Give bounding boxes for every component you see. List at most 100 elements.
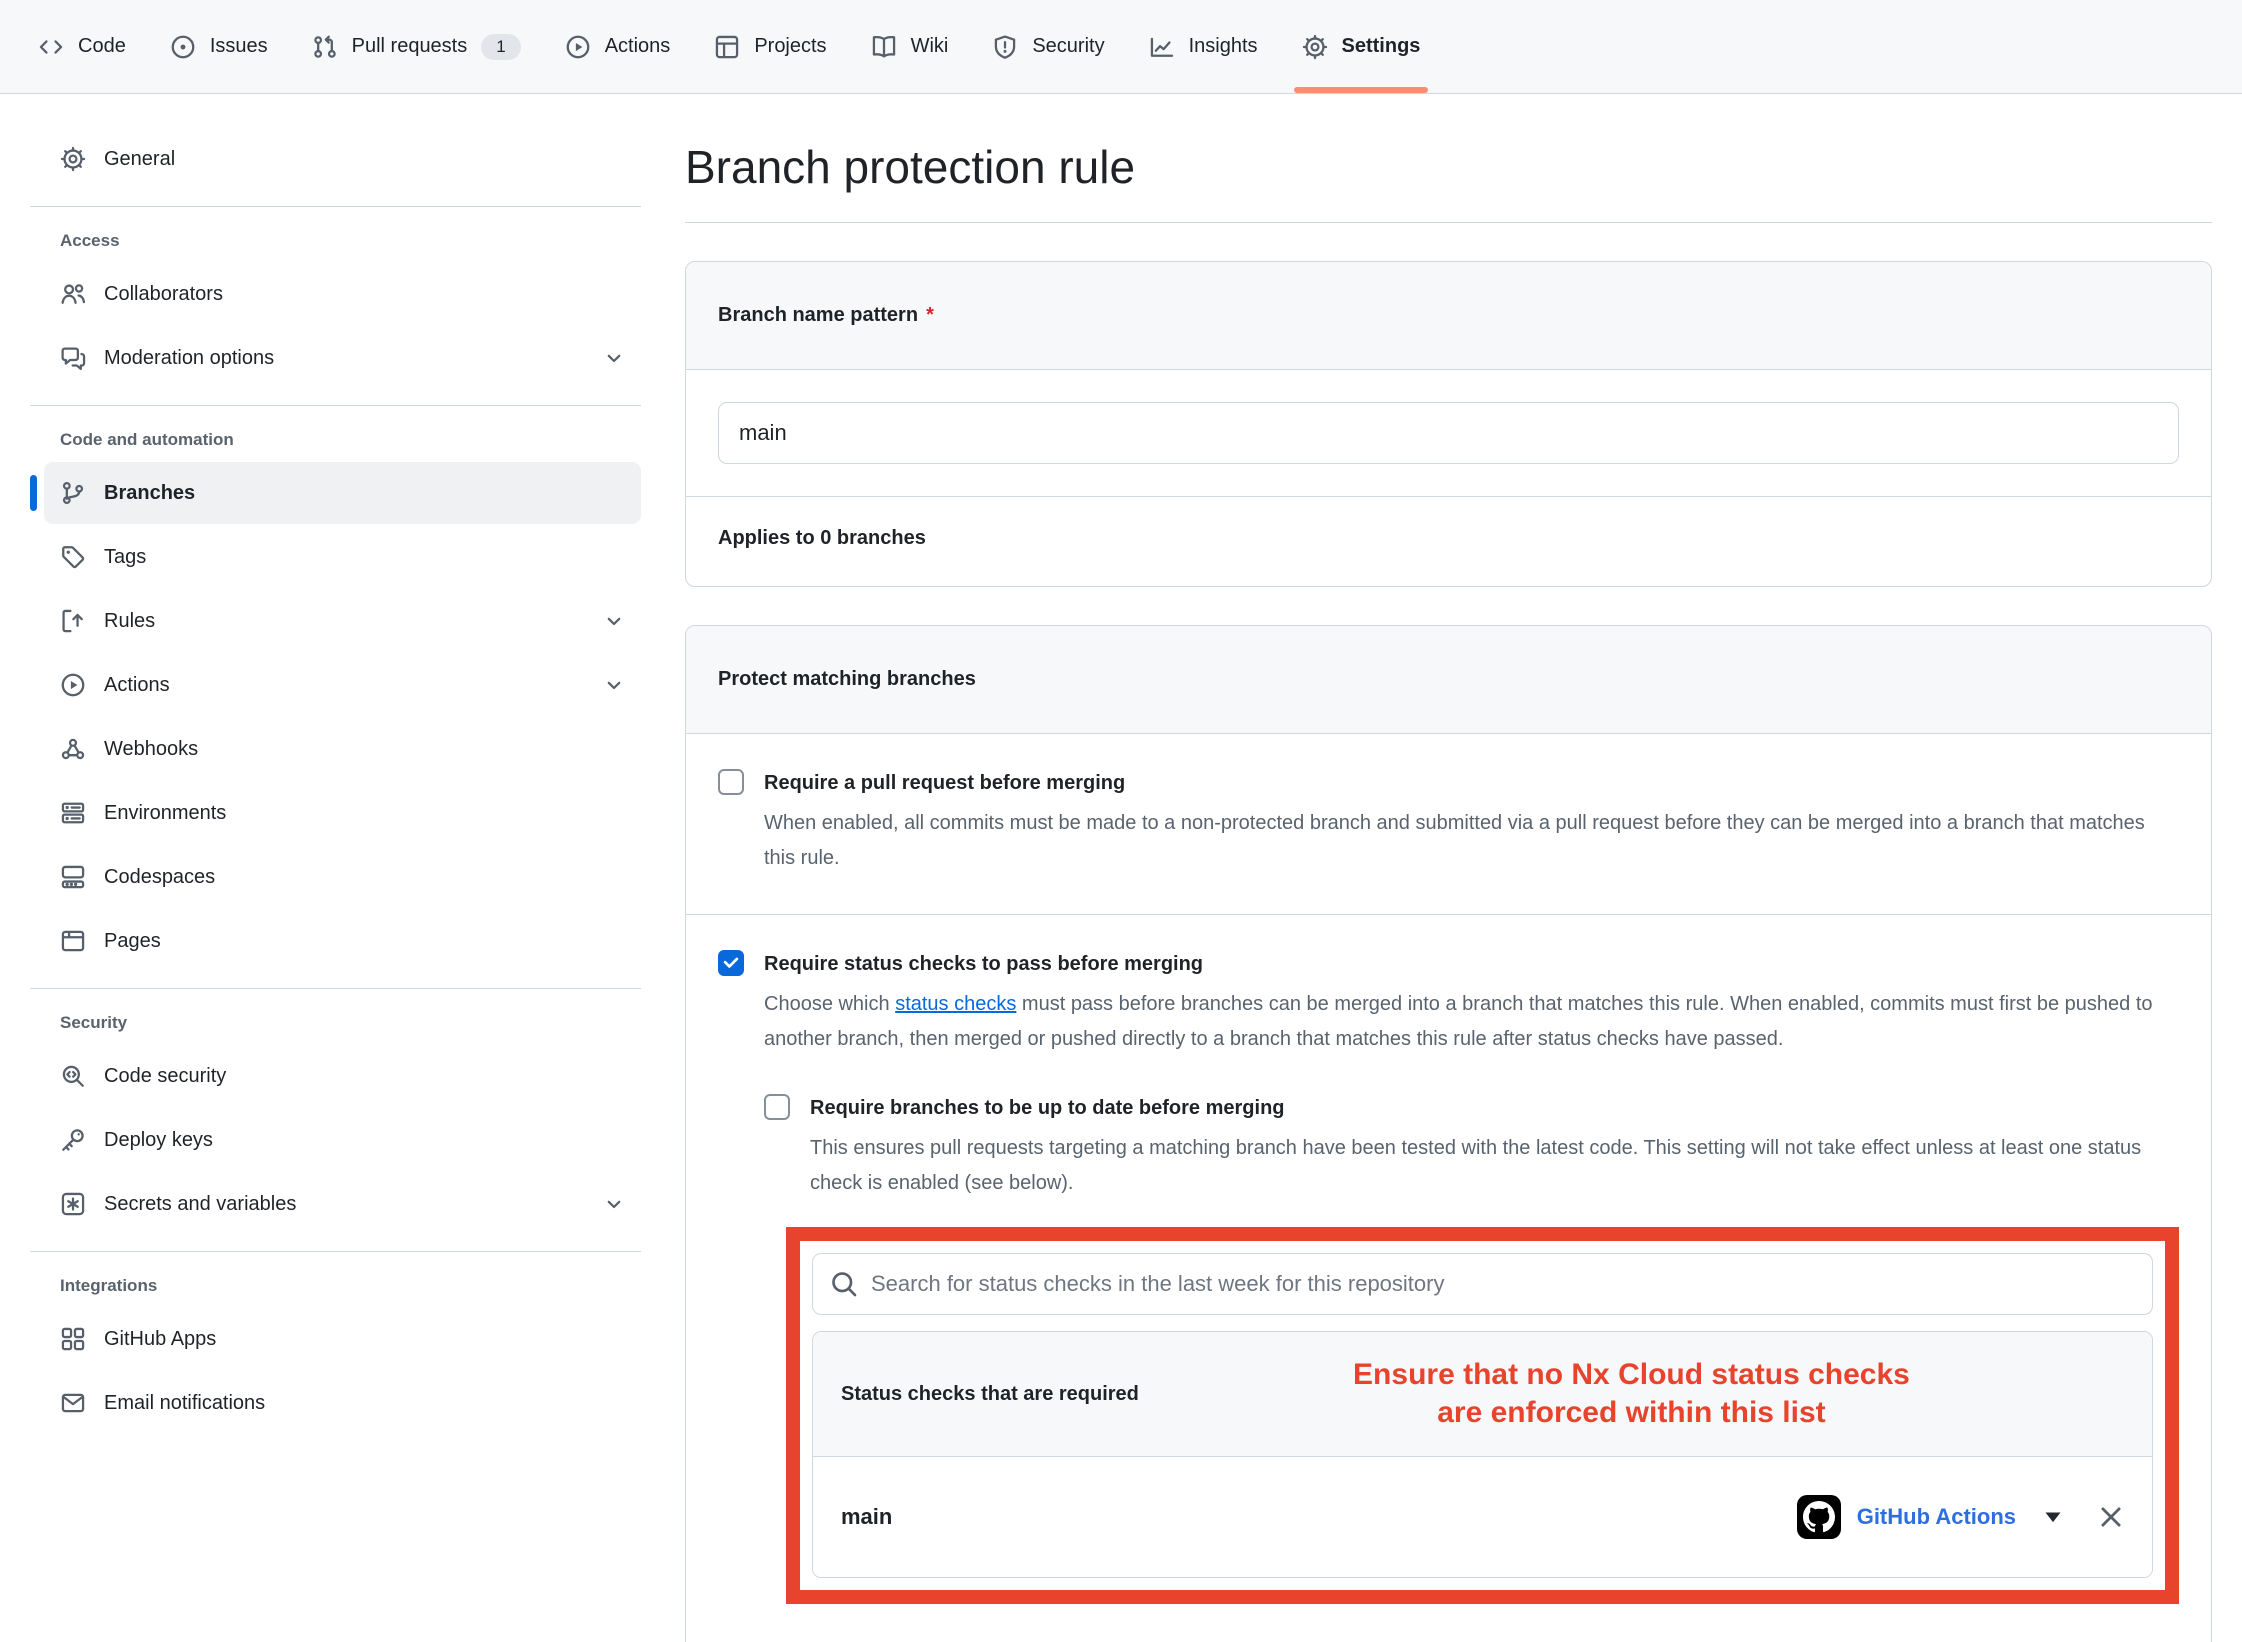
- tab-projects[interactable]: Projects: [692, 0, 848, 93]
- sidebar-item-label: Webhooks: [104, 738, 198, 761]
- pull-requests-count-badge: 1: [481, 34, 520, 60]
- title-divider: [685, 222, 2212, 223]
- sidebar-item-label: Collaborators: [104, 283, 223, 306]
- settings-sidebar: General Access Collaborators Moderation …: [0, 94, 655, 1642]
- sidebar-item-label: Branches: [104, 482, 195, 505]
- annotation-line-2: are enforced within this list: [1437, 1396, 1825, 1429]
- play-circle-icon: [565, 34, 591, 60]
- sidebar-item-tags[interactable]: Tags: [44, 526, 641, 588]
- tab-settings[interactable]: Settings: [1280, 0, 1443, 93]
- applies-to-branches-text: Applies to 0 branches: [686, 497, 2211, 586]
- status-checks-link[interactable]: status checks: [895, 993, 1016, 1015]
- description-text: Choose which: [764, 993, 895, 1015]
- sidebar-item-branches[interactable]: Branches: [44, 462, 641, 524]
- webhook-icon: [60, 736, 86, 762]
- status-check-row-main: main GitHub Actions: [813, 1457, 2152, 1577]
- sidebar-item-secrets-variables[interactable]: Secrets and variables: [44, 1173, 641, 1235]
- remove-status-check-icon[interactable]: [2098, 1504, 2124, 1530]
- book-icon: [871, 34, 897, 60]
- search-icon: [830, 1270, 858, 1298]
- people-icon: [60, 281, 86, 307]
- table-icon: [714, 34, 740, 60]
- tab-label: Pull requests: [352, 35, 468, 58]
- github-actions-avatar: [1797, 1495, 1841, 1539]
- chevron-down-icon: [603, 347, 625, 369]
- sidebar-item-label: Environments: [104, 802, 226, 825]
- sidebar-item-webhooks[interactable]: Webhooks: [44, 718, 641, 780]
- require-up-to-date-description: This ensures pull requests targeting a m…: [810, 1131, 2179, 1201]
- require-up-to-date-checkbox[interactable]: [764, 1094, 790, 1120]
- sidebar-item-codespaces[interactable]: Codespaces: [44, 846, 641, 908]
- sidebar-item-label: Moderation options: [104, 347, 274, 370]
- browser-icon: [60, 928, 86, 954]
- status-checks-header-label: Status checks that are required: [841, 1383, 1139, 1406]
- sidebar-item-collaborators[interactable]: Collaborators: [44, 263, 641, 325]
- require-up-to-date-label: Require branches to be up to date before…: [810, 1093, 1285, 1123]
- sidebar-item-label: GitHub Apps: [104, 1328, 216, 1351]
- tab-label: Wiki: [911, 35, 949, 58]
- pull-request-icon: [312, 34, 338, 60]
- tab-label: Settings: [1342, 35, 1421, 58]
- sidebar-item-deploy-keys[interactable]: Deploy keys: [44, 1109, 641, 1171]
- server-icon: [60, 800, 86, 826]
- require-pull-request-checkbox[interactable]: [718, 769, 744, 795]
- branch-protection-main: Branch protection rule Branch name patte…: [655, 94, 2242, 1642]
- branch-name-pattern-input[interactable]: [718, 402, 2179, 464]
- code-icon: [38, 34, 64, 60]
- sidebar-item-email-notifications[interactable]: Email notifications: [44, 1372, 641, 1434]
- sidebar-item-environments[interactable]: Environments: [44, 782, 641, 844]
- up-to-date-subsection: Require branches to be up to date before…: [764, 1093, 2179, 1604]
- tab-pull-requests[interactable]: Pull requests 1: [290, 0, 543, 93]
- page-title: Branch protection rule: [685, 140, 2212, 194]
- sidebar-item-actions[interactable]: Actions: [44, 654, 641, 716]
- git-branch-icon: [60, 480, 86, 506]
- issue-icon: [170, 34, 196, 60]
- tab-label: Issues: [210, 35, 268, 58]
- branch-name-pattern-header: Branch name pattern*: [686, 262, 2211, 370]
- comment-discussion-icon: [60, 345, 86, 371]
- sidebar-divider: [30, 206, 641, 207]
- caret-down-icon[interactable]: [2044, 1511, 2062, 1523]
- shield-icon: [992, 34, 1018, 60]
- tab-issues[interactable]: Issues: [148, 0, 290, 93]
- tab-wiki[interactable]: Wiki: [849, 0, 971, 93]
- sidebar-item-moderation-options[interactable]: Moderation options: [44, 327, 641, 389]
- repo-tab-bar: Code Issues Pull requests 1 Actions Proj…: [0, 0, 2242, 94]
- sidebar-item-code-security[interactable]: Code security: [44, 1045, 641, 1107]
- chevron-down-icon: [603, 674, 625, 696]
- sidebar-item-label: Tags: [104, 546, 146, 569]
- sidebar-section-code-automation: Code and automation: [44, 430, 641, 450]
- sidebar-item-rules[interactable]: Rules: [44, 590, 641, 652]
- tab-insights[interactable]: Insights: [1127, 0, 1280, 93]
- sidebar-section-security: Security: [44, 1013, 641, 1033]
- tab-label: Projects: [754, 35, 826, 58]
- status-check-name: main: [841, 1504, 892, 1530]
- sidebar-item-label: Email notifications: [104, 1392, 265, 1415]
- sidebar-item-label: General: [104, 148, 175, 171]
- sidebar-item-label: Rules: [104, 610, 155, 633]
- apps-icon: [60, 1326, 86, 1352]
- sidebar-item-pages[interactable]: Pages: [44, 910, 641, 972]
- github-actions-link[interactable]: GitHub Actions: [1857, 1504, 2016, 1530]
- protect-matching-branches-header: Protect matching branches: [686, 626, 2211, 734]
- required-asterisk: *: [926, 304, 934, 326]
- sidebar-item-general[interactable]: General: [44, 128, 641, 190]
- tab-label: Actions: [605, 35, 671, 58]
- mail-icon: [60, 1390, 86, 1416]
- codespaces-icon: [60, 864, 86, 890]
- require-status-checks-checkbox[interactable]: [718, 950, 744, 976]
- required-status-checks-list: Status checks that are required Ensure t…: [812, 1331, 2153, 1578]
- sidebar-item-label: Secrets and variables: [104, 1193, 296, 1216]
- graph-icon: [1149, 34, 1175, 60]
- status-checks-search-input[interactable]: [812, 1253, 2153, 1315]
- tab-actions[interactable]: Actions: [543, 0, 693, 93]
- sidebar-item-label: Code security: [104, 1065, 226, 1088]
- tab-code[interactable]: Code: [16, 0, 148, 93]
- asterisk-box-icon: [60, 1191, 86, 1217]
- sidebar-item-label: Deploy keys: [104, 1129, 213, 1152]
- tab-security[interactable]: Security: [970, 0, 1126, 93]
- require-pull-request-section: Require a pull request before merging Wh…: [686, 734, 2211, 914]
- annotation-highlight-box: Status checks that are required Ensure t…: [786, 1227, 2179, 1604]
- sidebar-item-github-apps[interactable]: GitHub Apps: [44, 1308, 641, 1370]
- status-checks-list-header: Status checks that are required Ensure t…: [813, 1332, 2152, 1457]
